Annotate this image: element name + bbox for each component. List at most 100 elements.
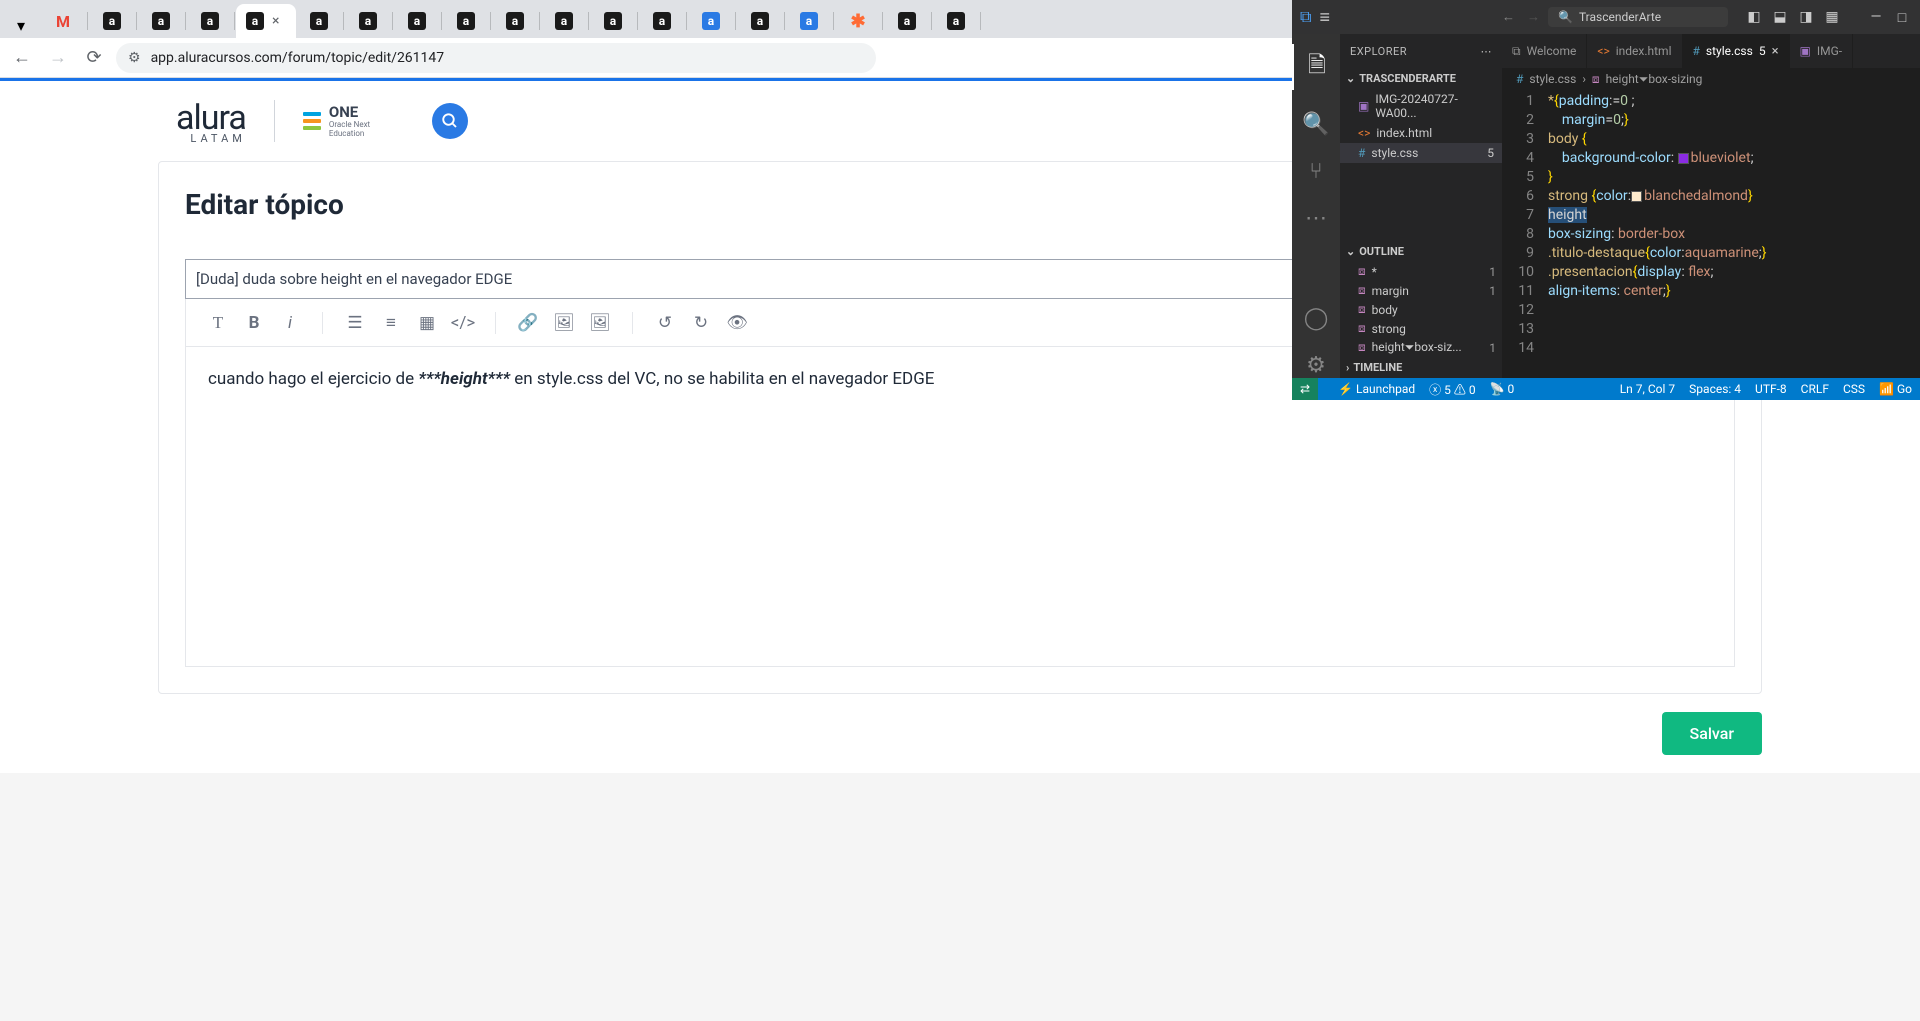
image-upload-button[interactable]: 🖼: [586, 309, 614, 337]
outline-item[interactable]: ⧈height⏷box-siz...1: [1340, 338, 1502, 357]
format-text-button[interactable]: T: [204, 309, 232, 337]
toggle-secondary-icon[interactable]: ◨: [1796, 9, 1816, 26]
outline-item[interactable]: ⧈strong: [1340, 319, 1502, 338]
cursor-position-status[interactable]: Ln 7, Col 7: [1620, 382, 1675, 396]
nav-back-icon[interactable]: ←: [1502, 9, 1515, 25]
browser-tab[interactable]: a: [737, 4, 783, 38]
redo-button[interactable]: ↻: [687, 309, 715, 337]
browser-tab-active[interactable]: a ×: [236, 4, 296, 38]
browser-tab[interactable]: a: [541, 4, 587, 38]
browser-tab[interactable]: a: [933, 4, 979, 38]
vscode-window: ⧉ ≡ ← → 🔍 TrascenderArte ◧ ⬓ ◨ ▦ — □ 🗎 🔍…: [1292, 0, 1920, 400]
browser-tab[interactable]: a: [443, 4, 489, 38]
one-logo[interactable]: ONE Oracle NextEducation: [303, 103, 370, 139]
problems-status[interactable]: ⓧ 5 ⚠ 0: [1429, 381, 1475, 398]
explorer-label: EXPLORER: [1350, 45, 1407, 58]
search-icon: [441, 112, 459, 130]
browser-tab[interactable]: a: [394, 4, 440, 38]
browser-tab[interactable]: a: [492, 4, 538, 38]
line-gutter: 1234567891011121314: [1502, 92, 1548, 378]
browser-tab[interactable]: a: [89, 4, 135, 38]
toggle-panel-icon[interactable]: ⬓: [1770, 9, 1790, 26]
explorer-more-icon[interactable]: ⋯: [1481, 45, 1493, 58]
vscode-titlebar[interactable]: ⧉ ≡ ← → 🔍 TrascenderArte ◧ ⬓ ◨ ▦ — □: [1292, 0, 1920, 34]
status-bar: ⇄ ⚡ Launchpad ⓧ 5 ⚠ 0 📡 0 Ln 7, Col 7 Sp…: [1292, 378, 1920, 400]
alura-logo[interactable]: alura LATAM: [176, 98, 246, 145]
browser-tab[interactable]: a: [345, 4, 391, 38]
customize-layout-icon[interactable]: ▦: [1822, 9, 1842, 26]
outline-item[interactable]: ⧈body: [1340, 300, 1502, 319]
outline-header[interactable]: ⌄ OUTLINE: [1340, 241, 1502, 262]
reload-button[interactable]: ⟳: [80, 44, 108, 72]
browser-tab[interactable]: a: [296, 4, 342, 38]
tabs-dropdown-button[interactable]: ▾: [8, 12, 34, 38]
undo-button[interactable]: ↺: [651, 309, 679, 337]
save-button[interactable]: Salvar: [1662, 712, 1763, 755]
browser-tab[interactable]: a: [688, 4, 734, 38]
preview-button[interactable]: 👁: [723, 309, 751, 337]
outline-item[interactable]: ⧈margin1: [1340, 281, 1502, 300]
browser-tab[interactable]: a: [138, 4, 184, 38]
bold-button[interactable]: B: [240, 309, 268, 337]
code-editor[interactable]: 1234567891011121314 *{padding:=0 ; margi…: [1502, 90, 1920, 378]
source-control-activity-icon[interactable]: ⑂: [1309, 159, 1322, 184]
eol-status[interactable]: CRLF: [1801, 382, 1829, 396]
browser-tab[interactable]: ✱: [835, 4, 881, 38]
browser-tab[interactable]: a: [639, 4, 685, 38]
remote-indicator[interactable]: ⇄: [1292, 378, 1318, 400]
editor-tab[interactable]: #style.css 5×: [1683, 34, 1790, 68]
address-bar[interactable]: ⚙ app.aluracursos.com/forum/topic/edit/2…: [116, 43, 876, 73]
editor-tab[interactable]: <>index.html: [1587, 34, 1682, 68]
browser-tab[interactable]: M: [40, 4, 86, 38]
unordered-list-button[interactable]: ☰: [341, 309, 369, 337]
toggle-sidebar-icon[interactable]: ◧: [1744, 9, 1764, 26]
image-button[interactable]: 🖼: [550, 309, 578, 337]
maximize-icon[interactable]: □: [1892, 9, 1912, 26]
close-tab-icon[interactable]: ×: [272, 13, 279, 29]
encoding-status[interactable]: UTF-8: [1755, 382, 1787, 396]
editor-tab[interactable]: ⧉Welcome: [1502, 34, 1587, 68]
search-activity-icon[interactable]: 🔍: [1302, 112, 1329, 137]
browser-tab[interactable]: a: [590, 4, 636, 38]
code-button[interactable]: </>: [449, 309, 477, 337]
explorer-activity-icon[interactable]: 🗎: [1292, 44, 1340, 90]
link-button[interactable]: 🔗: [514, 309, 542, 337]
language-status[interactable]: CSS: [1843, 382, 1865, 396]
css-file-icon: #: [1693, 44, 1700, 58]
site-settings-icon[interactable]: ⚙: [128, 50, 141, 66]
code-lines[interactable]: *{padding:=0 ; margin=0;}body { backgrou…: [1548, 92, 1920, 378]
command-center-search[interactable]: 🔍 TrascenderArte: [1548, 7, 1728, 27]
browser-tab[interactable]: a: [786, 4, 832, 38]
account-activity-icon[interactable]: ◯: [1304, 306, 1329, 331]
italic-button[interactable]: i: [276, 309, 304, 337]
favicon: a: [751, 12, 769, 30]
go-live-status[interactable]: 📶 Go: [1879, 382, 1912, 396]
settings-activity-icon[interactable]: ⚙: [1306, 353, 1326, 378]
ordered-list-button[interactable]: ≡: [377, 309, 405, 337]
explorer-file[interactable]: ▣IMG-20240727-WA00...: [1340, 89, 1502, 123]
ports-status[interactable]: 📡 0: [1490, 382, 1515, 396]
favicon: a: [408, 12, 426, 30]
table-button[interactable]: ▦: [413, 309, 441, 337]
timeline-header[interactable]: › TIMELINE: [1340, 357, 1502, 378]
hamburger-menu-icon[interactable]: ≡: [1319, 7, 1330, 28]
nav-forward-icon[interactable]: →: [1527, 9, 1540, 25]
minimize-icon[interactable]: —: [1866, 9, 1886, 26]
favicon: a: [898, 12, 916, 30]
indentation-status[interactable]: Spaces: 4: [1689, 382, 1741, 396]
close-tab-icon[interactable]: ×: [1772, 44, 1779, 59]
launchpad-status[interactable]: ⚡ Launchpad: [1338, 382, 1415, 396]
outline-item[interactable]: ⧈*1: [1340, 262, 1502, 281]
browser-tab[interactable]: a: [187, 4, 233, 38]
forward-button[interactable]: →: [44, 44, 72, 72]
more-activity-icon[interactable]: ⋯: [1305, 206, 1327, 231]
breadcrumb[interactable]: # style.css › ⧈ height⏷box-sizing: [1502, 68, 1920, 90]
explorer-file[interactable]: #style.css5: [1340, 143, 1502, 163]
search-button[interactable]: [432, 103, 468, 139]
editor-tab[interactable]: ▣IMG-: [1790, 34, 1854, 68]
back-button[interactable]: ←: [8, 44, 36, 72]
explorer-file[interactable]: <>index.html: [1340, 123, 1502, 143]
one-logo-title: ONE: [329, 103, 370, 121]
browser-tab[interactable]: a: [884, 4, 930, 38]
folder-header[interactable]: ⌄ TRASCENDERARTE: [1340, 68, 1502, 89]
